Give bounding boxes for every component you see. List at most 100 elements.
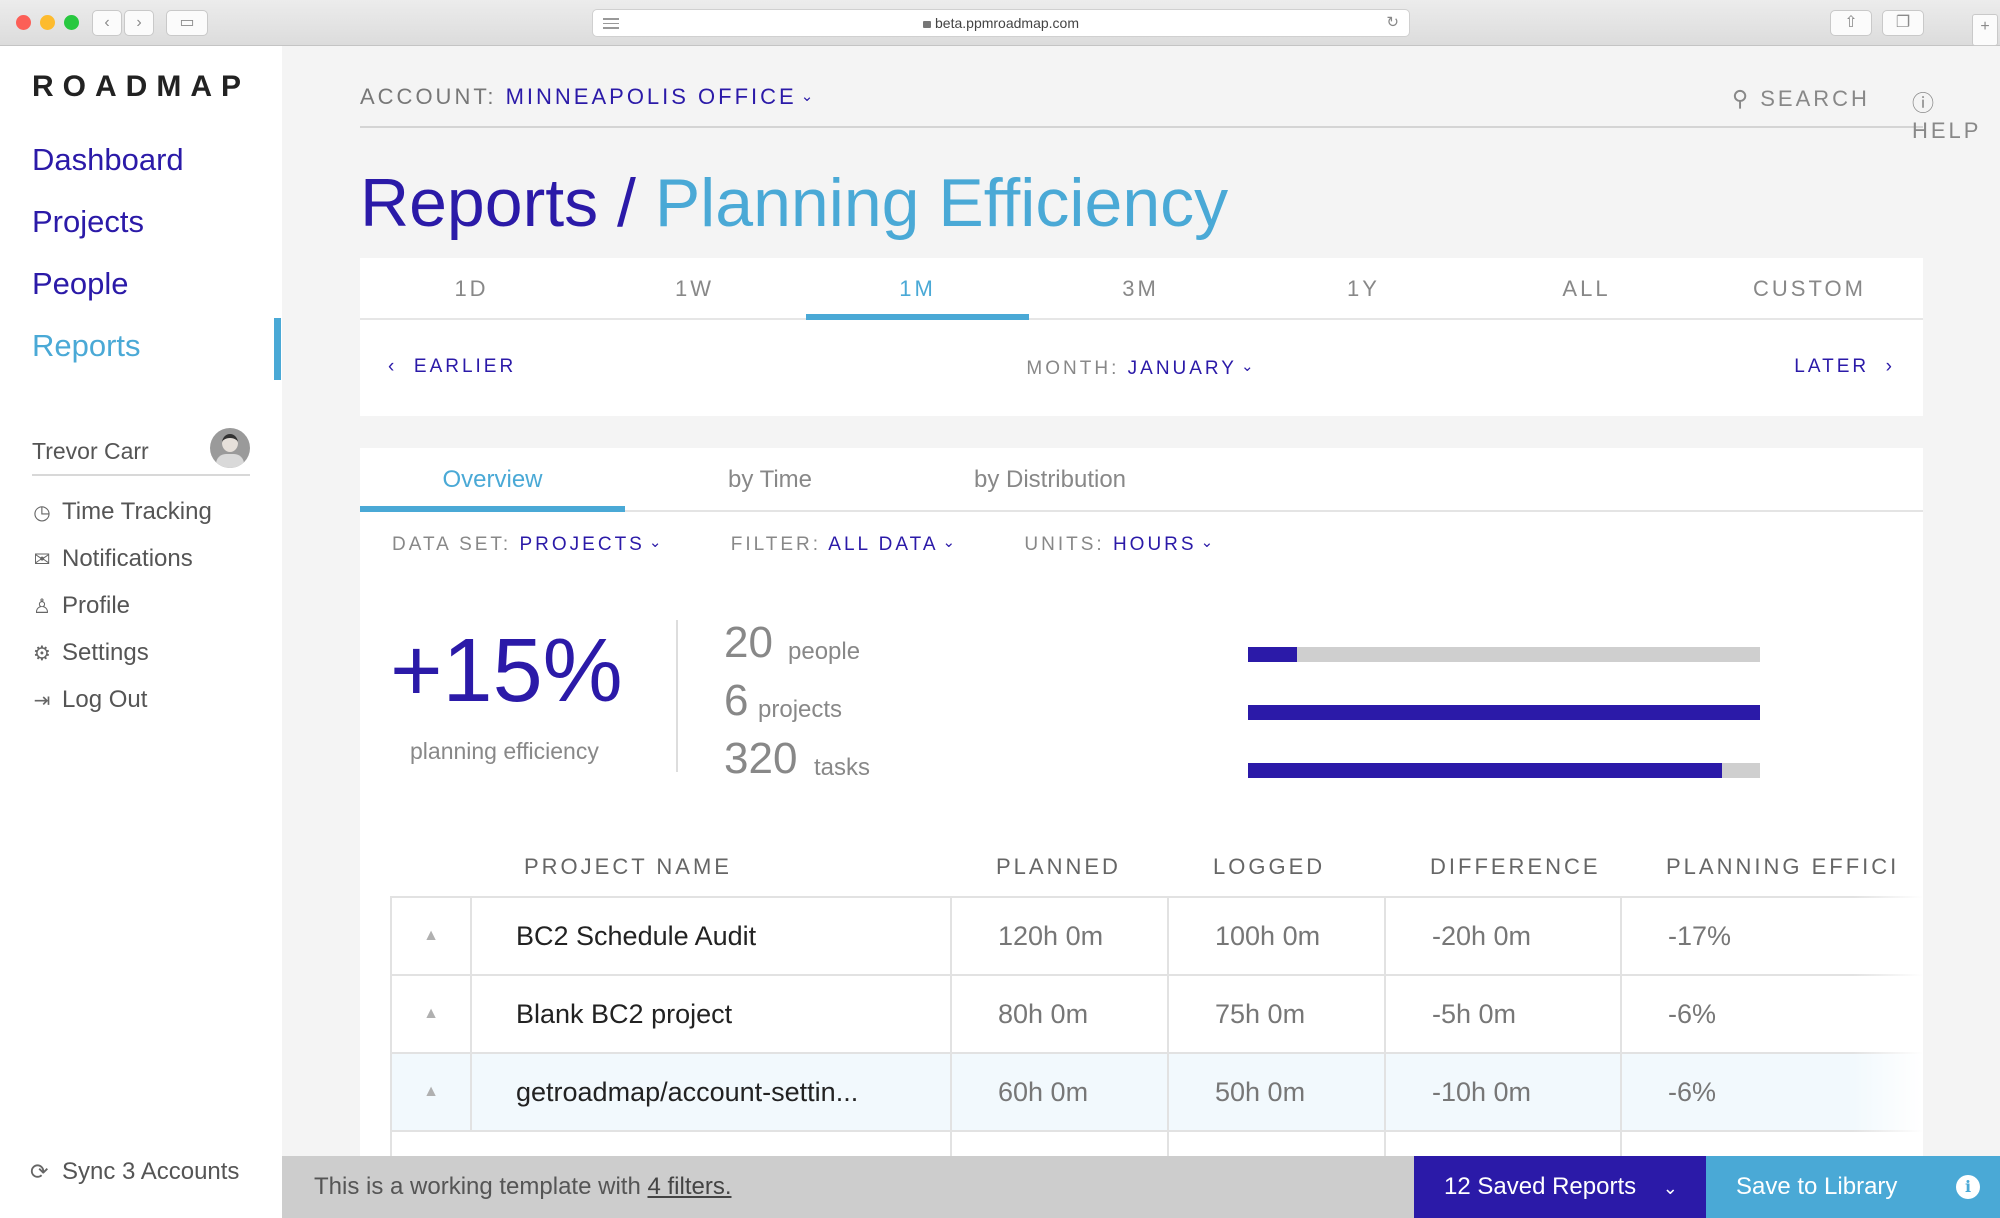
lock-icon bbox=[923, 21, 932, 28]
tab-overview[interactable]: Overview bbox=[360, 448, 625, 512]
share-button[interactable]: ⇧ bbox=[1830, 10, 1872, 36]
page-title-sub: Planning Efficiency bbox=[654, 165, 1229, 241]
data-filter[interactable]: FILTER: ALL DATA ⌄ bbox=[731, 534, 967, 555]
account-label: ACCOUNT: bbox=[360, 84, 497, 109]
chevron-down-icon: ⌄ bbox=[1240, 358, 1257, 375]
page-title-main[interactable]: Reports bbox=[360, 165, 598, 241]
projects-table: ▲ BC2 Schedule Audit 120h 0m 100h 0m -20… bbox=[390, 896, 1923, 1196]
table-row[interactable]: ▲ Blank BC2 project 80h 0m 75h 0m -5h 0m… bbox=[390, 974, 1923, 1054]
col-header-logged[interactable]: LOGGED bbox=[1213, 854, 1325, 880]
logout-icon: ⇥ bbox=[33, 690, 51, 712]
address-bar[interactable]: beta.ppmroadmap.com ↻ bbox=[592, 9, 1410, 37]
close-window-button[interactable] bbox=[16, 15, 31, 30]
app-logo[interactable]: ROADMAP bbox=[32, 70, 250, 104]
avatar[interactable] bbox=[210, 428, 250, 468]
menu-time-tracking-label: Time Tracking bbox=[62, 498, 212, 525]
period-selector: 1D 1W 1M 3M 1Y ALL CUSTOM ‹ EARLIER MONT… bbox=[360, 258, 1923, 416]
dataset-filter-label: DATA SET: bbox=[392, 534, 512, 555]
planned-cell: 120h 0m bbox=[950, 898, 1167, 976]
caret-up-icon[interactable]: ▲ bbox=[390, 898, 470, 976]
logged-cell: 50h 0m bbox=[1167, 1054, 1384, 1132]
saved-reports-button[interactable]: 12 Saved Reports ⌄ bbox=[1414, 1156, 1706, 1218]
range-tab-3m[interactable]: 3M bbox=[1029, 258, 1252, 320]
help-button[interactable]: ⓘ HELP bbox=[1912, 86, 1981, 144]
template-info: This is a working template with 4 filter… bbox=[282, 1156, 1414, 1218]
tabs-overview-button[interactable]: ❐ bbox=[1882, 10, 1924, 36]
range-tab-1d[interactable]: 1D bbox=[360, 258, 583, 320]
menu-logout[interactable]: ⇥ Log Out bbox=[30, 684, 148, 716]
saved-reports-label: 12 Saved Reports bbox=[1444, 1173, 1637, 1200]
browser-toolbar: ‹ › ▭ beta.ppmroadmap.com ↻ ⇧ ❐ + bbox=[0, 0, 2000, 46]
range-tab-1w[interactable]: 1W bbox=[583, 258, 806, 320]
col-header-difference[interactable]: DIFFERENCE bbox=[1430, 854, 1601, 880]
menu-settings[interactable]: ⚙ Settings bbox=[30, 637, 149, 669]
stat-people-bar bbox=[1248, 647, 1760, 662]
tab-by-distribution[interactable]: by Distribution bbox=[910, 448, 1190, 512]
caret-up-icon[interactable]: ▲ bbox=[390, 976, 470, 1054]
stat-tasks-label: tasks bbox=[814, 754, 871, 781]
col-header-planned[interactable]: PLANNED bbox=[996, 854, 1121, 880]
account-selector[interactable]: ACCOUNT: MINNEAPOLIS OFFICE ⌄ bbox=[360, 84, 816, 110]
stat-tasks: 320 tasks bbox=[724, 734, 1764, 784]
units-filter[interactable]: UNITS: HOURS ⌄ bbox=[1024, 534, 1216, 555]
menu-profile-label: Profile bbox=[62, 592, 131, 619]
tab-by-time[interactable]: by Time bbox=[650, 448, 890, 512]
dataset-filter-value: PROJECTS bbox=[519, 534, 645, 555]
stat-projects: 6 projects bbox=[724, 676, 1764, 726]
logged-cell: 75h 0m bbox=[1167, 976, 1384, 1054]
later-button[interactable]: LATER › bbox=[1794, 356, 1895, 378]
save-to-library-button[interactable]: Save to Library i bbox=[1706, 1156, 2000, 1218]
chevron-down-icon: ⌄ bbox=[1662, 1178, 1678, 1198]
menu-profile[interactable]: ♙ Profile bbox=[30, 590, 130, 622]
filters-link[interactable]: 4 filters. bbox=[647, 1173, 731, 1200]
planned-cell: 80h 0m bbox=[950, 976, 1167, 1054]
chevron-right-icon: › bbox=[1885, 356, 1895, 377]
caret-up-icon[interactable]: ▲ bbox=[390, 1054, 470, 1132]
dataset-filter[interactable]: DATA SET: PROJECTS ⌄ bbox=[392, 534, 673, 555]
stat-people-bar-fill bbox=[1248, 647, 1297, 662]
nav-dashboard[interactable]: Dashboard bbox=[32, 142, 184, 178]
main-content: ACCOUNT: MINNEAPOLIS OFFICE ⌄ ⚲ SEARCH ⓘ … bbox=[282, 46, 2000, 1218]
menu-logout-label: Log Out bbox=[62, 686, 148, 713]
clock-icon: ◷ bbox=[33, 502, 51, 524]
range-tab-1m[interactable]: 1M bbox=[806, 258, 1029, 320]
minimize-window-button[interactable] bbox=[40, 15, 55, 30]
template-bar: This is a working template with 4 filter… bbox=[282, 1156, 2000, 1218]
save-to-library-label: Save to Library bbox=[1736, 1173, 1898, 1200]
stat-projects-bar bbox=[1248, 705, 1760, 720]
search-label: SEARCH bbox=[1760, 86, 1870, 111]
stat-projects-number: 6 bbox=[724, 676, 749, 725]
table-row[interactable]: ▲ getroadmap/account-settin... 60h 0m 50… bbox=[390, 1052, 1923, 1132]
new-tab-button[interactable]: + bbox=[1972, 14, 1998, 46]
planned-cell: 60h 0m bbox=[950, 1054, 1167, 1132]
data-filter-value: ALL DATA bbox=[828, 534, 939, 555]
units-filter-label: UNITS: bbox=[1024, 534, 1105, 555]
stat-people: 20 people bbox=[724, 618, 1764, 668]
forward-button[interactable]: › bbox=[124, 10, 154, 36]
col-header-project-name[interactable]: PROJECT NAME bbox=[524, 854, 732, 880]
col-header-planning-efficiency[interactable]: PLANNING EFFICI bbox=[1666, 854, 1906, 880]
nav-projects[interactable]: Projects bbox=[32, 204, 144, 240]
sidebar-toggle-button[interactable]: ▭ bbox=[166, 10, 208, 36]
menu-notifications[interactable]: ✉ Notifications bbox=[30, 543, 193, 575]
search-button[interactable]: ⚲ SEARCH bbox=[1732, 86, 1870, 112]
nav-people[interactable]: People bbox=[32, 266, 129, 302]
template-info-text: This is a working template with bbox=[314, 1173, 641, 1200]
gear-icon: ⚙ bbox=[33, 643, 51, 665]
nav-reports[interactable]: Reports bbox=[32, 328, 141, 364]
info-icon[interactable]: i bbox=[1956, 1175, 1980, 1199]
table-row[interactable]: ▲ BC2 Schedule Audit 120h 0m 100h 0m -20… bbox=[390, 896, 1923, 976]
menu-time-tracking[interactable]: ◷ Time Tracking bbox=[30, 496, 212, 528]
month-selector[interactable]: MONTH: JANUARY ⌄ bbox=[360, 358, 1923, 380]
range-tab-1y[interactable]: 1Y bbox=[1252, 258, 1475, 320]
stat-tasks-number: 320 bbox=[724, 734, 798, 783]
reload-icon[interactable]: ↻ bbox=[1386, 10, 1399, 36]
sync-accounts-button[interactable]: ⟳ Sync 3 Accounts bbox=[30, 1158, 239, 1186]
range-tab-all[interactable]: ALL bbox=[1475, 258, 1698, 320]
back-button[interactable]: ‹ bbox=[92, 10, 122, 36]
report-filters: DATA SET: PROJECTS ⌄ FILTER: ALL DATA ⌄ UN… bbox=[392, 534, 1274, 556]
user-profile-row[interactable]: Trevor Carr bbox=[32, 428, 250, 476]
maximize-window-button[interactable] bbox=[64, 15, 79, 30]
user-name: Trevor Carr bbox=[32, 438, 149, 464]
range-tab-custom[interactable]: CUSTOM bbox=[1698, 258, 1921, 320]
